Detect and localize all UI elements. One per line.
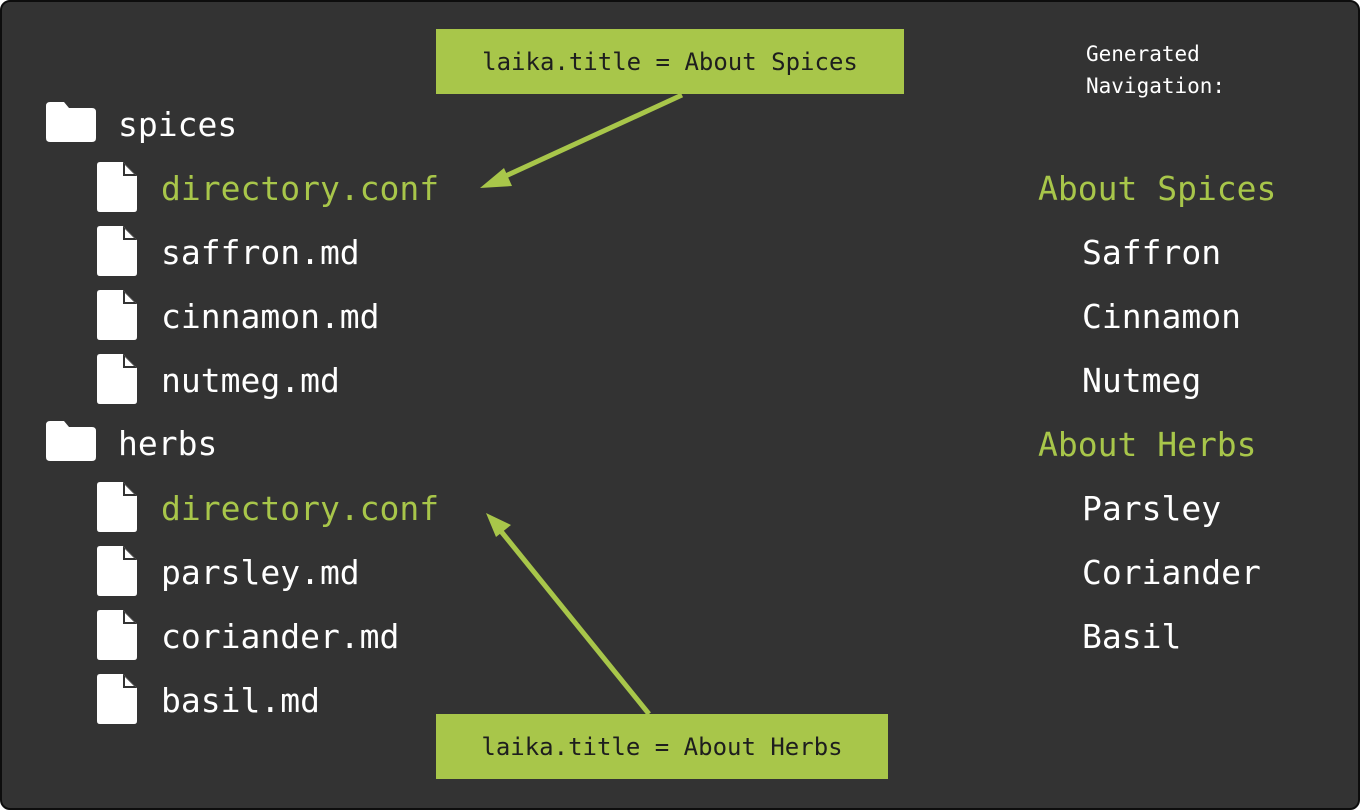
nav-item-nutmeg: Nutmeg bbox=[1082, 361, 1202, 400]
arrow-herbs bbox=[486, 513, 651, 716]
nav-section-title-herbs: About Herbs bbox=[1038, 425, 1257, 464]
callout-arrows bbox=[480, 92, 684, 716]
navigation-caption: Generated Navigation: bbox=[1086, 42, 1226, 98]
nav-item-saffron: Saffron bbox=[1082, 233, 1222, 272]
nav-item-cinnamon: Cinnamon bbox=[1082, 297, 1241, 336]
nav-item-coriander: Coriander bbox=[1082, 553, 1261, 592]
arrow-spices bbox=[480, 92, 684, 188]
nav-section-title-spices: About Spices bbox=[1038, 169, 1277, 208]
nav-item-basil: Basil bbox=[1082, 617, 1182, 656]
nav-item-parsley: Parsley bbox=[1082, 489, 1222, 528]
diagram-panel: spices directory.conf saffron.md cinnamo… bbox=[0, 0, 1360, 810]
